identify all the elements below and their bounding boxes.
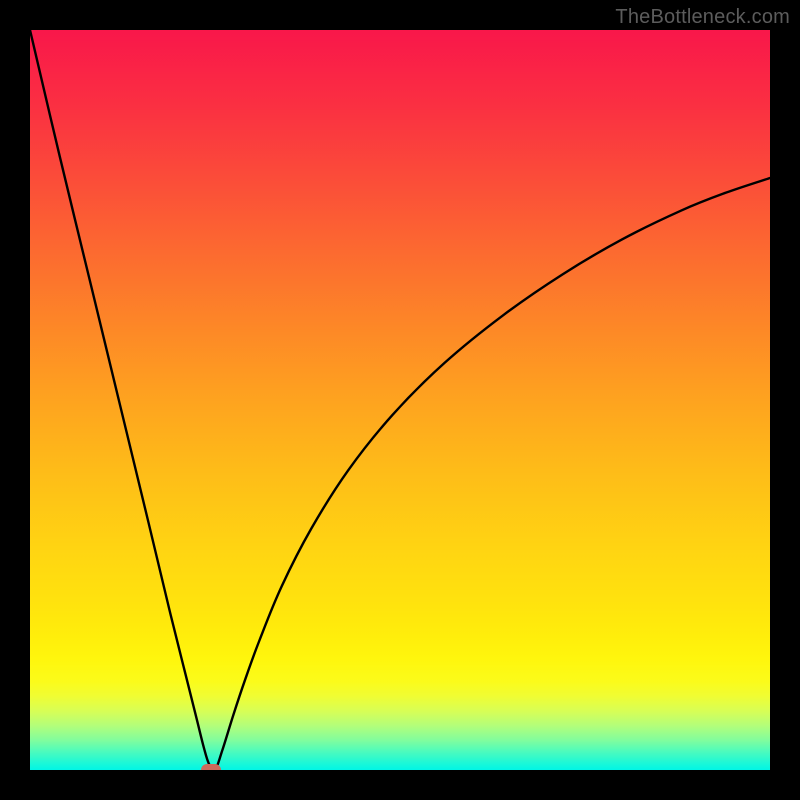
bottleneck-curve <box>30 30 770 770</box>
curve-layer <box>30 30 770 770</box>
plot-area <box>30 30 770 770</box>
watermark-label: TheBottleneck.com <box>615 6 790 29</box>
chart-frame: TheBottleneck.com <box>0 0 800 800</box>
optimal-marker <box>201 764 221 770</box>
